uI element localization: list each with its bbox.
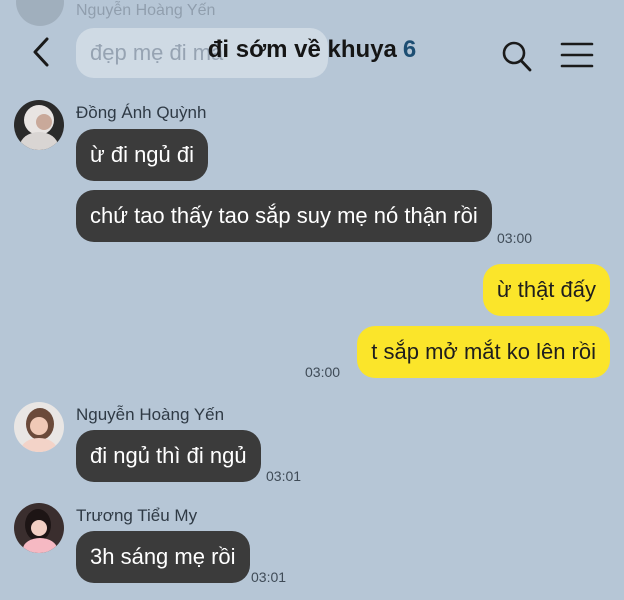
message-bubble[interactable]: 3h sáng mẹ rồi [76, 531, 250, 583]
sender-name: Đồng Ánh Quỳnh [76, 103, 207, 122]
search-button[interactable] [500, 38, 534, 74]
search-icon [502, 41, 532, 72]
chat-header: đi sớm về khuya 6 [0, 0, 624, 96]
message-timestamp: 03:01 [266, 468, 302, 484]
my-message-bubble[interactable]: t sắp mở mắt ko lên rồi [357, 326, 610, 378]
my-message-bubble[interactable]: ừ thật đấy [482, 264, 610, 316]
avatar[interactable] [14, 100, 64, 150]
avatar-photo [14, 503, 64, 553]
hamburger-menu-icon [560, 42, 594, 68]
message-bubble[interactable]: chứ tao thấy tao sắp suy mẹ nó thận rồi [76, 190, 492, 242]
group-name: đi sớm về khuya [207, 36, 397, 63]
member-count: 6 [402, 36, 417, 63]
avatar[interactable] [14, 402, 64, 452]
avatar-photo [14, 100, 64, 150]
menu-button[interactable] [560, 40, 594, 70]
message-timestamp: 03:01 [251, 569, 287, 585]
message-bubble[interactable]: đi ngủ thì đi ngủ [76, 430, 261, 482]
message-timestamp: 03:00 [305, 364, 341, 380]
sender-name: Trương Tiểu My [76, 506, 198, 525]
avatar-photo [14, 402, 64, 452]
message-bubble[interactable]: ừ đi ngủ đi [76, 129, 209, 181]
sender-name: Nguyễn Hoàng Yến [76, 405, 225, 424]
avatar[interactable] [14, 503, 64, 553]
message-timestamp: 03:00 [497, 230, 533, 246]
